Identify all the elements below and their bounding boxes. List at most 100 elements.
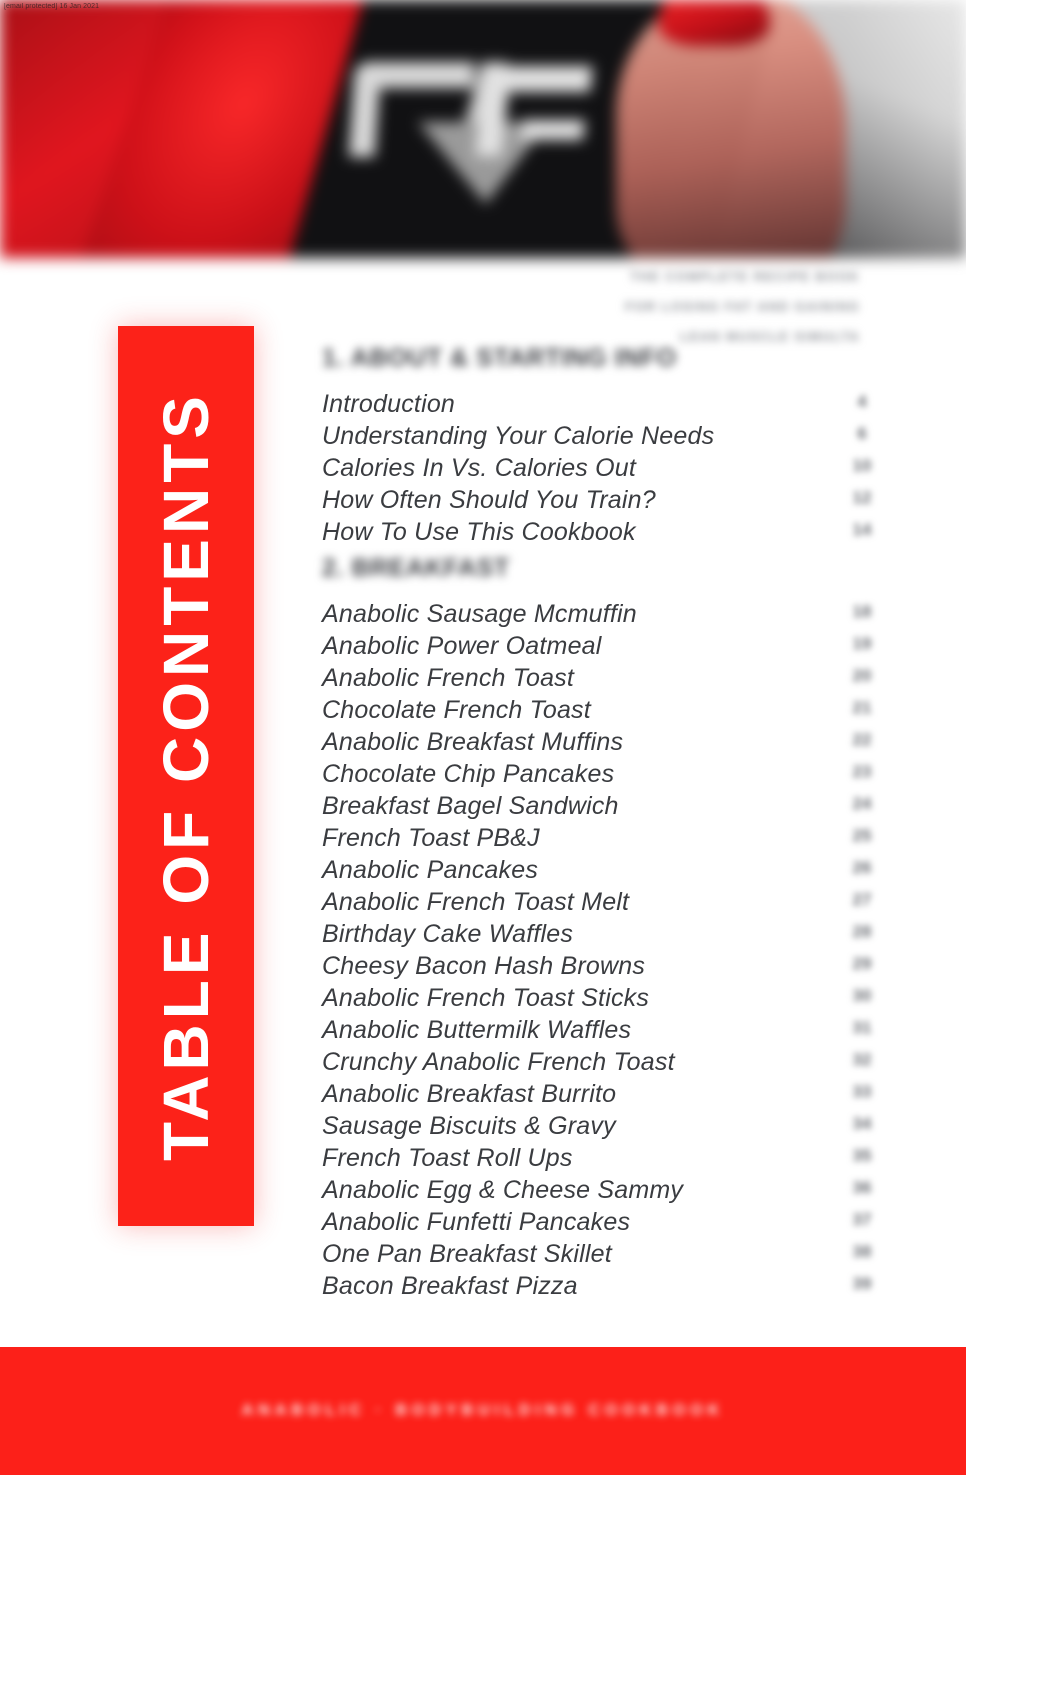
toc-entry-title: Introduction [322,390,456,418]
email-watermark: [email protected] 16 Jan 2021 [4,3,100,10]
toc-entry-title: Anabolic Breakfast Muffins [322,728,624,756]
section-heading-2: 2. BREAKFAST [322,554,852,594]
toc-entry-page: 20 [852,666,872,685]
toc-entry-title: Calories In Vs. Calories Out [322,454,637,482]
toc-entry[interactable]: Anabolic Egg & Cheese Sammy 36 [322,1176,871,1208]
toc-entry-title: Anabolic Sausage Mcmuffin [322,600,637,628]
toc-entry-page: 19 [852,634,872,653]
toc-entry[interactable]: Calories In Vs. Calories Out 10 [322,454,871,486]
toc-entry[interactable]: How To Use This Cookbook 14 [322,518,871,550]
toc-entry-title: Crunchy Anabolic French Toast [322,1048,675,1076]
toc-entry-page: 26 [852,858,872,877]
toc-entry-page: 23 [852,762,872,781]
toc-entry[interactable]: One Pan Breakfast Skillet 38 [322,1240,871,1272]
toc-entry-page: 10 [852,456,872,475]
toc-entry-page: 37 [852,1210,872,1229]
toc-entry-page: 22 [852,730,872,749]
toc-entry-title: Sausage Biscuits & Gravy [322,1112,616,1140]
page-right-margin [966,0,1062,1697]
toc-entry-page: 25 [852,826,872,845]
toc-entry[interactable]: French Toast PB&J 25 [322,824,871,856]
toc-entry-title: Anabolic Buttermilk Waffles [322,1016,632,1044]
toc-entry-page: 30 [852,986,872,1005]
subtitle-block: THE COMPLETE RECIPE BOOK FOR LOSING FAT … [560,262,860,352]
toc-entry-page: 6 [857,424,867,443]
toc-entry-title: One Pan Breakfast Skillet [322,1240,612,1268]
toc-entry-title: Bacon Breakfast Pizza [322,1272,578,1300]
subtitle-line-1: THE COMPLETE RECIPE BOOK [629,269,860,284]
toc-entry-title: Anabolic French Toast [322,664,575,692]
toc-entry-title: Chocolate Chip Pancakes [322,760,615,788]
toc-entry-page: 36 [852,1178,872,1197]
toc-entry[interactable]: Cheesy Bacon Hash Browns 29 [322,952,871,984]
toc-entry-title: Understanding Your Calorie Needs [322,422,715,450]
toc-entry[interactable]: Introduction 4 [322,390,867,422]
page-bottom-margin [0,1477,1062,1697]
toc-entry-title: Anabolic Pancakes [322,856,539,884]
rf-logo-icon [348,62,602,204]
toc-entry[interactable]: Birthday Cake Waffles 28 [322,920,871,952]
toc-entry[interactable]: Bacon Breakfast Pizza 39 [322,1272,871,1304]
toc-entry[interactable]: Anabolic Funfetti Pancakes 37 [322,1208,871,1240]
table-of-contents-label: TABLE OF CONTENTS [150,391,222,1161]
toc-entry-page: 33 [852,1082,872,1101]
logo-f-stroke [475,66,593,156]
toc-entry-title: Cheesy Bacon Hash Browns [322,952,646,980]
toc-entry-page: 35 [852,1146,872,1165]
section-heading-1: 1. ABOUT & STARTING INFO [322,344,852,384]
toc-entry[interactable]: Anabolic Breakfast Muffins 22 [322,728,871,760]
toc-entry-page: 29 [852,954,872,973]
toc-entry-title: Anabolic Funfetti Pancakes [322,1208,631,1236]
toc-entry[interactable]: Anabolic Power Oatmeal 19 [322,632,871,664]
toc-entry-page: 21 [852,698,872,717]
toc-entry-title: French Toast Roll Ups [322,1144,573,1172]
toc-entry-page: 39 [852,1274,872,1293]
toc-entry[interactable]: Chocolate French Toast 21 [322,696,871,728]
toc-entry[interactable]: Crunchy Anabolic French Toast 32 [322,1048,871,1080]
toc-page: [email protected] 16 Jan 2021 THE COMPLE… [0,0,1062,1697]
toc-entry-page: 32 [852,1050,872,1069]
toc-entry[interactable]: Chocolate Chip Pancakes 23 [322,760,871,792]
toc-entry[interactable]: Anabolic Sausage Mcmuffin 18 [322,600,871,632]
toc-entry-page: 14 [852,520,872,539]
toc-entry[interactable]: Anabolic Breakfast Burrito 33 [322,1080,871,1112]
toc-entry-page: 38 [852,1242,872,1261]
header-banner [0,0,966,258]
toc-list: 1. ABOUT & STARTING INFO Introduction 4 … [322,340,871,1304]
toc-entry[interactable]: Sausage Biscuits & Gravy 34 [322,1112,871,1144]
toc-entry[interactable]: How Often Should You Train? 12 [322,486,871,518]
toc-entry-title: Anabolic French Toast Sticks [322,984,650,1012]
toc-entry-title: Anabolic French Toast Melt [322,888,630,916]
toc-entry[interactable]: Anabolic French Toast Melt 27 [322,888,871,920]
toc-entry-title: How To Use This Cookbook [322,518,636,546]
toc-entry-title: French Toast PB&J [322,824,540,852]
toc-entry-title: Chocolate French Toast [322,696,591,724]
toc-entry[interactable]: French Toast Roll Ups 35 [322,1144,871,1176]
toc-entry-page: 18 [852,602,872,621]
toc-entry[interactable]: Anabolic French Toast Sticks 30 [322,984,871,1016]
toc-entry-title: Anabolic Egg & Cheese Sammy [322,1176,684,1204]
toc-entry-page: 24 [852,794,872,813]
subtitle-line-2: FOR LOSING FAT AND GAINING [624,299,860,314]
toc-entry-page: 12 [852,488,872,507]
toc-entry-title: Breakfast Bagel Sandwich [322,792,619,820]
toc-entry-title: Anabolic Power Oatmeal [322,632,602,660]
toc-entry[interactable]: Understanding Your Calorie Needs 6 [322,422,867,454]
toc-entry-title: Birthday Cake Waffles [322,920,574,948]
table-of-contents-banner: TABLE OF CONTENTS [118,326,254,1226]
toc-entry[interactable]: Breakfast Bagel Sandwich 24 [322,792,871,824]
footer-bar: ANABOLIC · BODYBUILDING COOKBOOK [0,1347,966,1475]
toc-entry[interactable]: Anabolic French Toast 20 [322,664,871,696]
toc-entry-page: 34 [852,1114,872,1133]
toc-entry[interactable]: Anabolic Pancakes 26 [322,856,871,888]
toc-entry-page: 28 [852,922,872,941]
red-cap-icon [658,0,770,46]
footer-label: ANABOLIC · BODYBUILDING COOKBOOK [241,1402,725,1419]
toc-entry-page: 31 [852,1018,872,1037]
section-heading-2-label: 2. BREAKFAST [322,554,510,582]
section-heading-1-label: 1. ABOUT & STARTING INFO [322,344,677,372]
toc-entry[interactable]: Anabolic Buttermilk Waffles 31 [322,1016,871,1048]
toc-entry-page: 27 [852,890,872,909]
toc-entry-title: Anabolic Breakfast Burrito [322,1080,617,1108]
toc-entry-title: How Often Should You Train? [322,486,656,514]
